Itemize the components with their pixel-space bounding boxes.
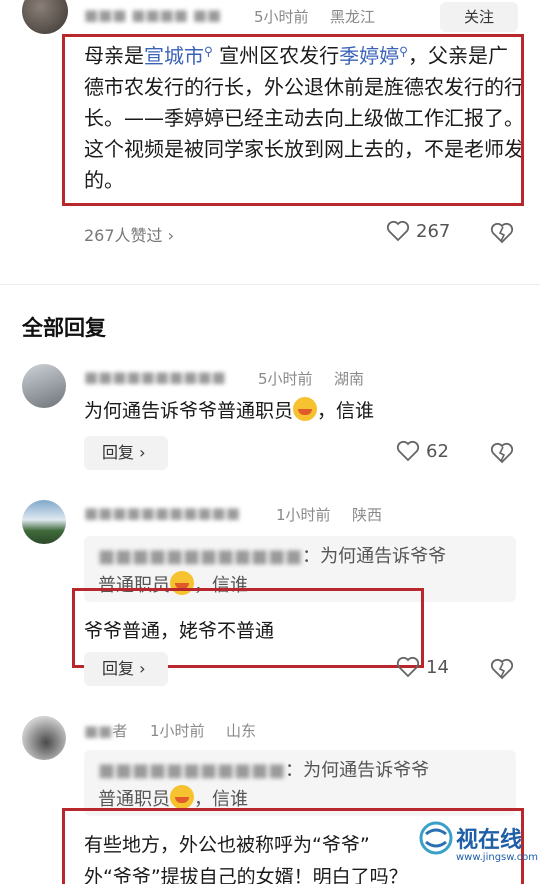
- like-button[interactable]: 14: [396, 656, 449, 678]
- watermark: 视在线 www.jingsw.com: [418, 818, 538, 874]
- reply-button-label: 回复: [102, 443, 135, 462]
- avatar[interactable]: [22, 500, 66, 544]
- quote-author-blurred: ■■■■■■■■■■■: [98, 760, 286, 781]
- chevron-right-icon: ›: [139, 659, 146, 678]
- avatar[interactable]: [22, 716, 66, 760]
- section-title: 全部回复: [22, 316, 106, 340]
- avatar[interactable]: [22, 0, 68, 34]
- reply-button[interactable]: 回复 ›: [84, 652, 168, 686]
- reply-text: 为何通告诉爷爷普通职员 ，信谁: [84, 396, 374, 423]
- laughing-emoji-icon: [170, 785, 194, 809]
- quote-author-blurred: ■■■■■■■■■■■■: [98, 546, 303, 567]
- reply-time: 5小时前: [258, 370, 313, 388]
- like-button[interactable]: 62: [396, 440, 449, 462]
- laughing-emoji-icon: [293, 397, 318, 421]
- username-blurred: ■■■■■■■■■■: [84, 368, 226, 386]
- likes-summary[interactable]: 267人赞过 ›: [84, 222, 174, 246]
- avatar[interactable]: [22, 364, 66, 408]
- like-count: 14: [426, 656, 449, 678]
- heart-icon: [396, 656, 420, 678]
- reply-text-part: 为何通告诉爷爷普通职员: [84, 400, 294, 422]
- watermark-logo-icon: [419, 821, 453, 855]
- reply-time: 1小时前: [276, 506, 331, 524]
- comment-time: 5小时前: [254, 8, 309, 26]
- quote-text: ：为何通告诉爷爷: [302, 546, 447, 567]
- comment-location: 黑龙江: [330, 8, 376, 26]
- reply-location: 湖南: [334, 370, 365, 388]
- likes-summary-label: 267人赞过: [84, 226, 163, 245]
- like-button[interactable]: 267: [386, 220, 450, 242]
- quote-text: 普通职员: [98, 789, 170, 810]
- reply-text-part: ，信谁: [317, 400, 375, 422]
- username-blurred: ■■■■■■■■■■■: [84, 504, 240, 522]
- quote-line: ■■■■■■■■■■■：为何通告诉爷爷: [98, 756, 502, 785]
- reply-button[interactable]: 回复 ›: [84, 436, 168, 470]
- username-partial: ■■者: [84, 720, 127, 741]
- username-blurred: ■■■ ■■■■ ■■: [84, 6, 222, 24]
- watermark-url: www.jingsw.com: [456, 852, 539, 863]
- quote-text: ，信谁: [194, 789, 248, 810]
- heart-icon: [396, 440, 420, 462]
- reply-button-label: 回复: [102, 659, 135, 678]
- quoted-reply: ■■■■■■■■■■■：为何通告诉爷爷 普通职员 ，信谁: [84, 750, 516, 816]
- quote-line: ■■■■■■■■■■■■：为何通告诉爷爷: [98, 542, 502, 571]
- like-count: 267: [416, 220, 451, 242]
- highlight-box: [62, 34, 524, 206]
- reply-location: 山东: [226, 722, 257, 740]
- chevron-right-icon: ›: [139, 443, 146, 462]
- divider: [0, 284, 540, 285]
- username-tail: 者: [112, 722, 128, 740]
- dislike-icon[interactable]: [490, 442, 514, 464]
- like-count: 62: [426, 440, 449, 462]
- dislike-icon[interactable]: [490, 222, 514, 244]
- username-blurred: ■■: [84, 722, 113, 740]
- dislike-icon[interactable]: [490, 658, 514, 680]
- chevron-right-icon: ›: [167, 226, 175, 245]
- watermark-brand: 视在线: [456, 828, 523, 853]
- follow-button[interactable]: 关注: [440, 2, 518, 32]
- reply-location: 陕西: [352, 506, 383, 524]
- heart-icon: [386, 220, 410, 242]
- reply-time: 1小时前: [150, 722, 205, 740]
- quote-text: ：为何通告诉爷爷: [285, 760, 430, 781]
